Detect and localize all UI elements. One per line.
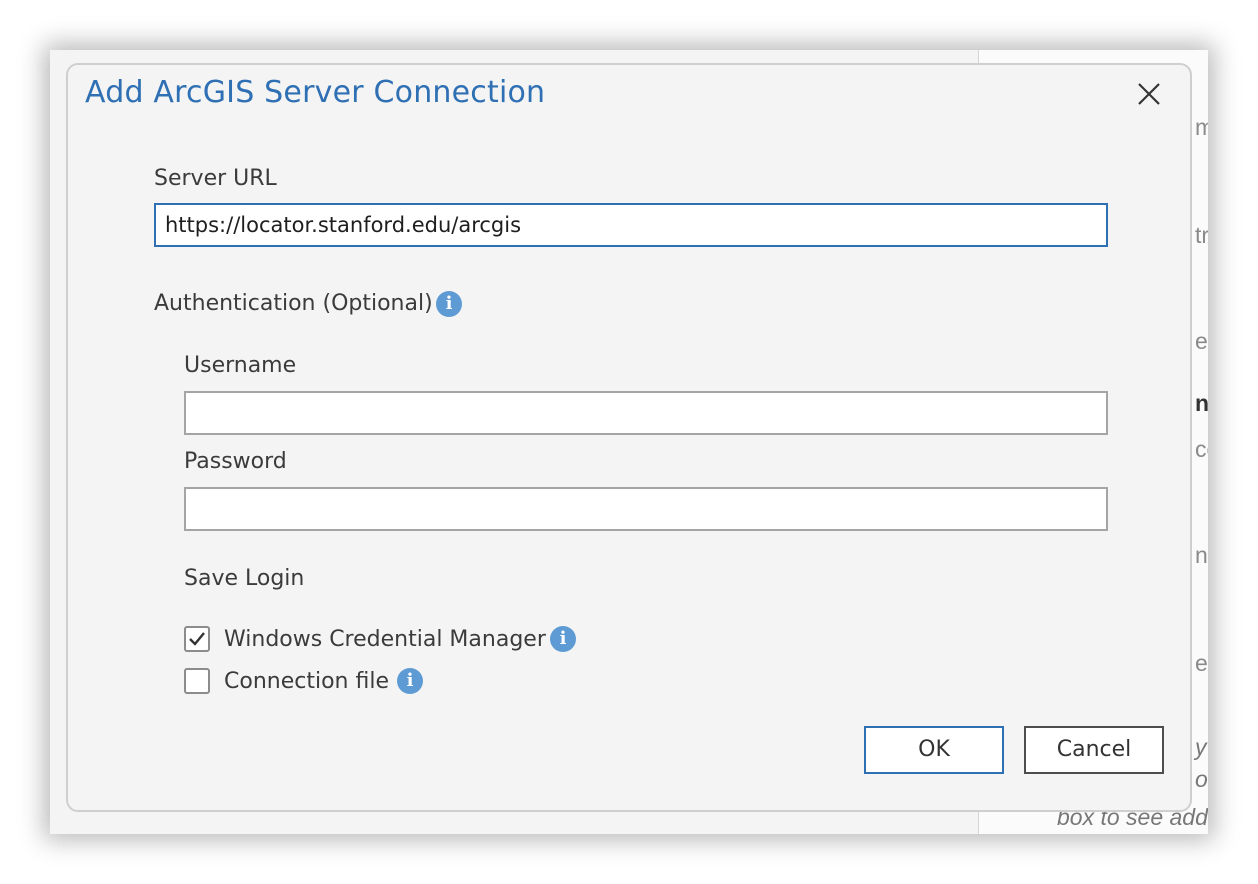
add-server-connection-dialog: Add ArcGIS Server Connection Server URL … (66, 63, 1192, 812)
checkmark-icon (189, 632, 205, 646)
background-text-fragment: tr (1195, 222, 1208, 248)
connection-file-checkbox[interactable] (184, 668, 210, 694)
username-input[interactable] (184, 391, 1108, 435)
background-text-fragment: n (1195, 390, 1208, 416)
ok-button[interactable]: OK (864, 726, 1004, 774)
background-text-fragment: n (1195, 542, 1208, 568)
info-icon[interactable]: i (397, 668, 423, 694)
background-text-fragment: y (1195, 734, 1207, 760)
password-input[interactable] (184, 487, 1108, 531)
save-login-label: Save Login (184, 566, 305, 591)
dialog-title: Add ArcGIS Server Connection (85, 75, 546, 110)
close-icon (1138, 83, 1160, 105)
background-text-fragment: ou (1195, 766, 1208, 792)
server-url-input[interactable] (154, 203, 1108, 247)
background-text-fragment: ed (1195, 328, 1208, 354)
background-text-fragment: ce (1195, 436, 1208, 462)
close-button[interactable] (1134, 79, 1164, 109)
connection-file-label[interactable]: Connection file (224, 669, 389, 694)
server-url-label: Server URL (154, 166, 277, 191)
info-icon[interactable]: i (436, 291, 462, 317)
windows-credential-manager-checkbox[interactable] (184, 626, 210, 652)
background-text-fragment: e (1195, 650, 1208, 676)
background-text-fragment: m (1195, 114, 1208, 140)
info-icon[interactable]: i (550, 626, 576, 652)
windows-credential-manager-label[interactable]: Windows Credential Manager (224, 627, 546, 652)
username-label: Username (184, 353, 297, 378)
authentication-label: Authentication (Optional) (154, 291, 433, 316)
password-label: Password (184, 449, 287, 474)
cancel-button[interactable]: Cancel (1024, 726, 1164, 774)
screenshot-frame: m tr ed n ce n e y ou box to see additio… (50, 50, 1208, 834)
